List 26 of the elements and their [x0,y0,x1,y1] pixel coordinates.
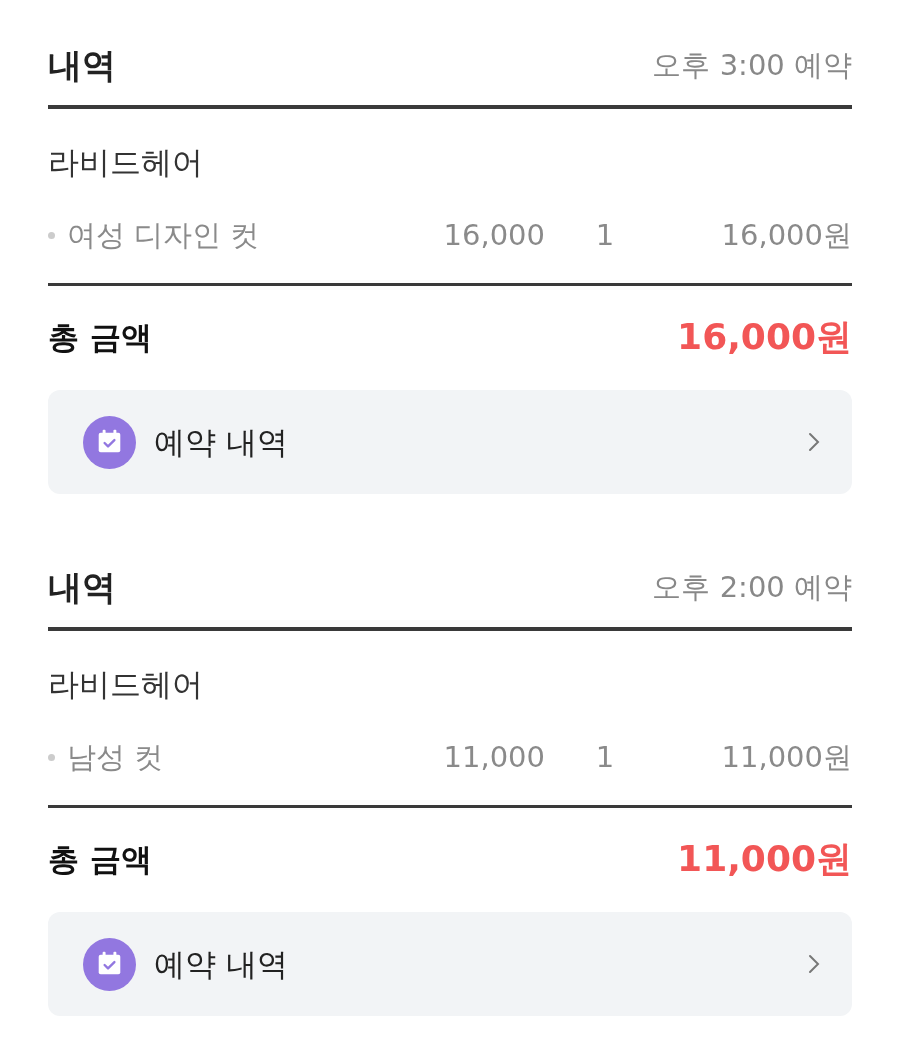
calendar-check-icon [83,415,136,469]
chevron-right-icon [806,953,822,975]
item-price: 16,000 [442,216,545,254]
chevron-right-icon [806,431,822,453]
reservation-history-button[interactable]: 예약 내역 [48,390,852,494]
item-quantity: 1 [594,738,616,776]
bullet-icon [48,231,55,239]
total-label: 총 금액 [48,317,152,357]
item-name: 남성 컷 [67,738,164,776]
total-label: 총 금액 [48,839,152,879]
item-price: 11,000 [442,738,545,776]
calendar-check-icon [83,937,136,991]
section-title: 내역 [48,566,116,609]
shop-name: 라비드헤어 [48,665,204,704]
item-amount: 11,000원 [720,738,852,776]
shop-name: 라비드헤어 [48,143,204,182]
item-name: 여성 디자인 컷 [67,216,260,254]
section-title: 내역 [48,44,116,87]
item-amount: 16,000원 [720,216,852,254]
bullet-icon [48,753,55,761]
item-quantity: 1 [594,216,616,254]
reservation-time: 오후 2:00 예약 [652,568,852,606]
total-amount: 16,000원 [677,315,852,359]
reservation-time: 오후 3:00 예약 [652,46,852,84]
total-amount: 11,000원 [677,837,852,881]
reservation-history-button[interactable]: 예약 내역 [48,912,852,1016]
